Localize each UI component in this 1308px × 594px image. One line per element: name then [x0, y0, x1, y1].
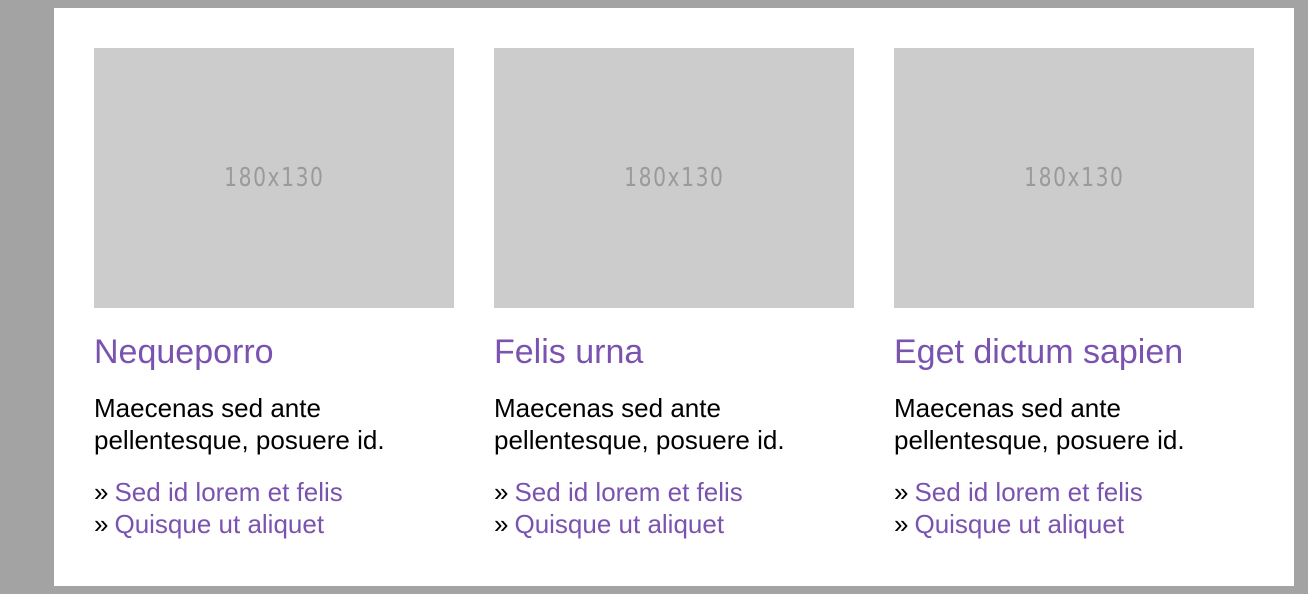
- card-link[interactable]: Sed id lorem et felis: [914, 477, 1142, 507]
- card-title: Eget dictum sapien: [894, 333, 1184, 371]
- arrow-icon: »: [94, 509, 109, 539]
- card-links: » Sed id lorem et felis » Quisque ut aliqu…: [894, 476, 1254, 540]
- list-item: » Quisque ut aliquet: [494, 508, 854, 540]
- image-placeholder: 180x130: [494, 48, 854, 308]
- image-placeholder-label: 180x130: [223, 163, 325, 193]
- arrow-icon: »: [94, 477, 109, 507]
- card-link[interactable]: Quisque ut aliquet: [514, 509, 724, 539]
- card-links: » Sed id lorem et felis » Quisque ut aliqu…: [494, 476, 854, 540]
- content-panel: 180x130 Nequeporro Maecenas sed ante pel…: [54, 8, 1294, 586]
- list-item: » Quisque ut aliquet: [94, 508, 454, 540]
- card-title: Nequeporro: [94, 333, 274, 371]
- card-description: Maecenas sed ante pellentesque, posuere …: [494, 393, 785, 455]
- card-link[interactable]: Quisque ut aliquet: [114, 509, 324, 539]
- list-item: » Quisque ut aliquet: [894, 508, 1254, 540]
- card-links: » Sed id lorem et felis » Quisque ut aliqu…: [94, 476, 454, 540]
- image-placeholder-label: 180x130: [623, 163, 725, 193]
- list-item: » Sed id lorem et felis: [894, 476, 1254, 508]
- card-title: Felis urna: [494, 333, 644, 371]
- card-link[interactable]: Quisque ut aliquet: [914, 509, 1124, 539]
- card-description: Maecenas sed ante pellentesque, posuere …: [94, 393, 385, 455]
- feature-card: 180x130 Eget dictum sapien Maecenas sed …: [894, 48, 1254, 540]
- card-link[interactable]: Sed id lorem et felis: [514, 477, 742, 507]
- list-item: » Sed id lorem et felis: [494, 476, 854, 508]
- arrow-icon: »: [894, 509, 909, 539]
- image-placeholder-label: 180x130: [1023, 163, 1125, 193]
- arrow-icon: »: [494, 509, 509, 539]
- arrow-icon: »: [894, 477, 909, 507]
- card-link[interactable]: Sed id lorem et felis: [114, 477, 342, 507]
- feature-card: 180x130 Nequeporro Maecenas sed ante pel…: [94, 48, 454, 540]
- image-placeholder: 180x130: [894, 48, 1254, 308]
- image-placeholder: 180x130: [94, 48, 454, 308]
- feature-card: 180x130 Felis urna Maecenas sed ante pel…: [494, 48, 854, 540]
- arrow-icon: »: [494, 477, 509, 507]
- list-item: » Sed id lorem et felis: [94, 476, 454, 508]
- card-description: Maecenas sed ante pellentesque, posuere …: [894, 393, 1185, 455]
